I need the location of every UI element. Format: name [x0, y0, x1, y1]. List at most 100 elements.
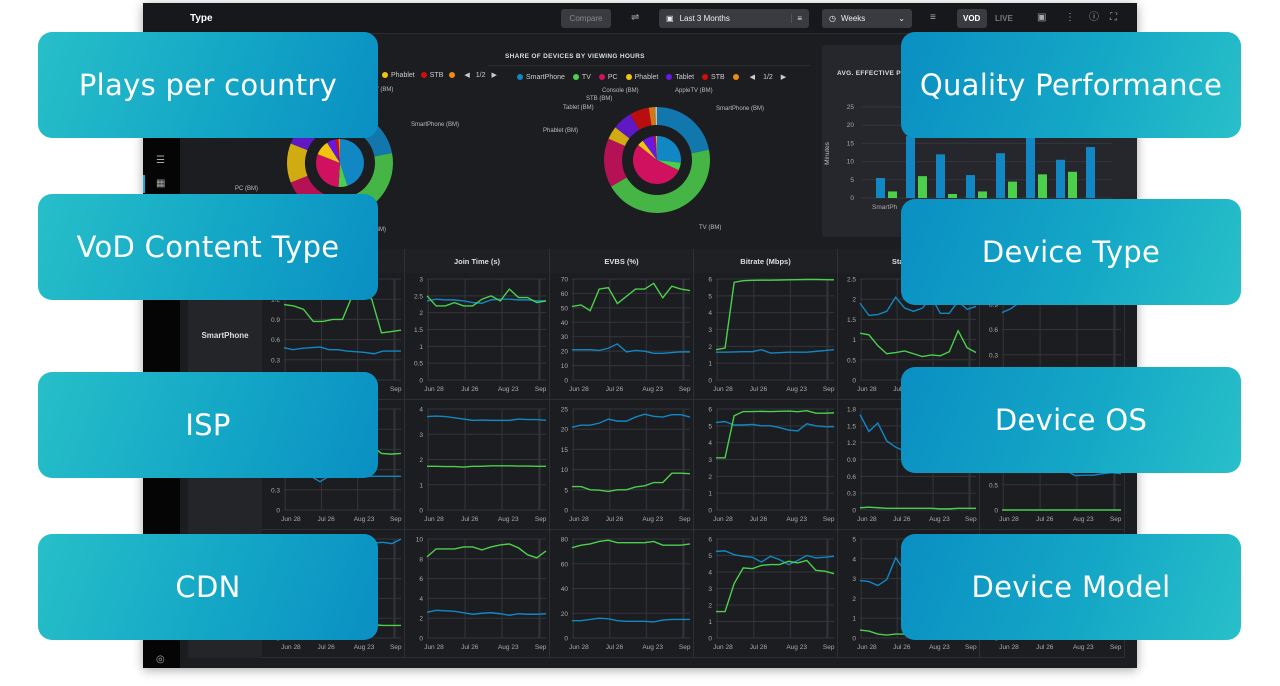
series-line-blue[interactable] [426, 298, 546, 304]
x-tick-label: Jul 26 [750, 516, 768, 523]
x-tick-label: Jun 28 [569, 644, 589, 651]
series-line-green[interactable] [859, 506, 976, 510]
bar-green[interactable] [948, 193, 957, 198]
y-tick-label: 3 [419, 432, 423, 439]
outer-slice-pc[interactable] [604, 138, 627, 187]
swap-icon[interactable]: ⇌ [631, 13, 639, 23]
next-page-icon[interactable]: ▶ [781, 73, 786, 81]
series-line-blue[interactable] [716, 348, 835, 354]
legend-item[interactable]: Tablet [666, 74, 694, 81]
series-line-blue[interactable] [715, 550, 835, 566]
series-line-blue[interactable] [283, 346, 401, 355]
series-line-blue[interactable] [426, 415, 547, 422]
y-tick-label: 1 [419, 344, 423, 351]
inner-slice-smartphone[interactable] [657, 136, 681, 163]
series-line-green[interactable] [427, 465, 546, 468]
series-line-green[interactable] [716, 559, 835, 613]
overlay-label: Plays per country [38, 32, 378, 138]
x-tick-label: SmartPh [872, 204, 898, 211]
granularity-value: Weeks [840, 14, 866, 23]
save-icon[interactable]: ▣ [1037, 13, 1046, 23]
series-line-green[interactable] [715, 278, 835, 351]
more-icon[interactable]: ⋮ [1065, 13, 1075, 23]
fullscreen-icon[interactable]: ⛶ [1110, 13, 1117, 23]
y-tick-label: 0 [852, 378, 856, 385]
y-tick-label: 1.5 [847, 423, 856, 430]
line-chart: 0 1 2 3 4 5 6 Jun 28 Jul 26 Aug 23 Sep [708, 537, 835, 652]
bar-green[interactable] [1008, 181, 1017, 198]
compare-button[interactable]: Compare [561, 9, 611, 28]
bar-blue[interactable] [966, 175, 975, 198]
x-tick-label: Jul 26 [1036, 516, 1054, 523]
legend-item[interactable]: Phablet [625, 74, 658, 81]
chart-icon[interactable]: ▦ [156, 179, 165, 189]
series-line-blue[interactable] [572, 343, 690, 355]
series-line-green[interactable] [571, 282, 691, 312]
user-icon[interactable]: ◎ [156, 655, 165, 665]
bar-blue[interactable] [876, 177, 885, 198]
legend-item[interactable]: PC [598, 74, 618, 81]
filter-icon[interactable]: ≡ [930, 13, 936, 23]
series-line-green[interactable] [859, 329, 977, 358]
metric-chart-cell: 0 2 4 6 8 10 Jun 28 Jul 26 Aug 23 Sep [405, 530, 550, 658]
bar-blue[interactable] [906, 136, 915, 198]
y-tick-label: 0 [708, 378, 712, 385]
outer-slice-phablet[interactable] [287, 143, 308, 183]
y-tick-label: 25 [847, 104, 855, 111]
legend-item[interactable]: STB [702, 74, 725, 81]
granularity-select[interactable]: ◷ Weeks ⌄ [822, 9, 912, 28]
bar-blue[interactable] [996, 153, 1005, 198]
bar-blue[interactable] [936, 154, 945, 198]
y-tick-label: 0.6 [989, 327, 998, 334]
share-donut-chart [604, 107, 710, 213]
y-tick-label: 3 [708, 586, 712, 593]
bar-blue[interactable] [1026, 136, 1035, 198]
legend-item[interactable]: STB [420, 72, 443, 79]
bar-blue[interactable] [1056, 159, 1065, 198]
series-line-blue[interactable] [571, 413, 691, 428]
legend-item[interactable]: TV [572, 74, 591, 81]
series-line-blue[interactable] [426, 609, 547, 616]
series-line-blue[interactable] [572, 617, 690, 623]
share-title: SHARE OF DEVICES BY VIEWING HOURS [505, 53, 645, 60]
legend-item[interactable]: SmartPhone [517, 74, 565, 81]
legend-page: 1/2 [475, 71, 486, 79]
overlay-label: Quality Performance [901, 32, 1241, 138]
legend-item[interactable]: Phablet [382, 72, 415, 79]
x-tick-label: Jul 26 [750, 644, 768, 651]
series-line-green[interactable] [426, 543, 547, 559]
y-tick-label: 0.9 [847, 457, 856, 464]
y-tick-label: 8 [419, 556, 423, 563]
sort-icon[interactable]: ≡ [791, 14, 802, 23]
live-toggle[interactable]: LIVE [995, 14, 1013, 23]
y-tick-label: 15 [847, 140, 855, 147]
legend-item[interactable] [449, 71, 458, 79]
vod-toggle[interactable]: VOD [957, 9, 987, 28]
date-range-value: Last 3 Months [679, 14, 730, 23]
next-page-icon[interactable]: ▶ [492, 71, 497, 79]
bar-green[interactable] [1038, 174, 1047, 198]
bar-green[interactable] [918, 176, 927, 198]
bar-green[interactable] [978, 191, 987, 198]
prev-page-icon[interactable]: ◀ [464, 71, 469, 79]
series-line-green[interactable] [426, 288, 547, 307]
bar-blue[interactable] [1086, 147, 1095, 198]
prev-page-icon[interactable]: ◀ [750, 73, 755, 81]
y-tick-label: 15 [561, 447, 569, 454]
x-tick-label: Sep [390, 516, 402, 523]
series-line-green[interactable] [716, 409, 835, 459]
x-tick-label: Aug 23 [498, 386, 519, 393]
date-range-select[interactable]: ▣ Last 3 Months ≡ [659, 9, 809, 28]
x-tick-label: Sep [535, 516, 547, 523]
x-tick-label: Aug 23 [498, 644, 519, 651]
y-tick-label: 0 [419, 636, 423, 643]
page-title: Type [190, 13, 213, 24]
y-tick-label: 5 [708, 423, 712, 430]
legend-item[interactable] [732, 73, 742, 81]
list-icon[interactable]: ☰ [156, 156, 165, 166]
bar-green[interactable] [888, 191, 897, 198]
info-icon[interactable]: ⓘ [1089, 13, 1099, 23]
bar-green[interactable] [1068, 171, 1077, 198]
series-line-green[interactable] [571, 539, 691, 549]
series-line-green[interactable] [572, 472, 691, 493]
